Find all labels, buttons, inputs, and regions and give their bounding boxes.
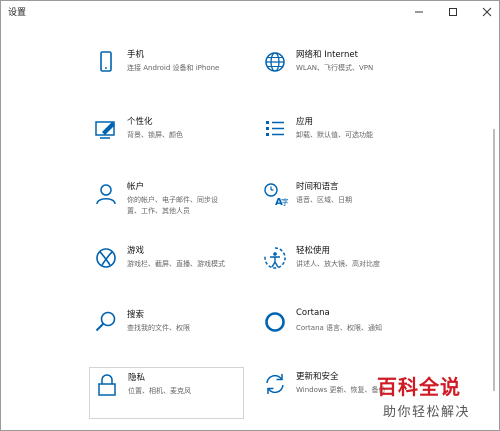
watermark-title: 百科全说 [377, 375, 461, 399]
tile-title: 时间和语言 [296, 182, 339, 192]
tile-description: 游戏栏、截屏、直播、游戏模式 [127, 260, 225, 268]
globe-icon [262, 49, 288, 75]
update-icon [262, 371, 288, 397]
settings-tile-accounts[interactable]: 帐户 你的帐户、电子邮件、同步设 置、工作、其他人员 [89, 177, 244, 229]
tile-title: 搜索 [127, 310, 145, 320]
phone-icon [93, 49, 119, 75]
watermark-subtitle: 助你轻松解决 [383, 405, 471, 420]
maximize-button[interactable] [441, 1, 465, 23]
title-bar[interactable]: 设置 [1, 1, 499, 23]
tile-title: 个性化 [127, 117, 153, 127]
lock-icon [94, 372, 120, 398]
tile-title: 应用 [296, 117, 314, 127]
settings-tile-network[interactable]: 网络和 Internet WLAN、飞行模式、VPN [258, 45, 413, 97]
watermark: 百科全说 助你轻松解决 [375, 371, 491, 426]
settings-tile-search[interactable]: 搜索 查找我的文件、权限 [89, 305, 244, 357]
settings-tile-apps[interactable]: 应用 卸载、默认值、可选功能 [258, 112, 413, 164]
tile-title: 隐私 [128, 373, 146, 383]
tile-description: 连接 Android 设备和 iPhone [127, 64, 220, 72]
ease-of-access-icon [262, 245, 288, 271]
tile-title: 游戏 [127, 246, 145, 256]
close-button[interactable] [475, 1, 499, 23]
tile-title: 帐户 [127, 182, 145, 192]
tile-description: 查找我的文件、权限 [127, 324, 190, 332]
time-language-icon: A字 [262, 181, 288, 207]
settings-window: 设置 手机 连接 Android 设备和 iPhone 网络和 Internet… [0, 0, 500, 431]
personalization-icon [93, 116, 119, 142]
apps-icon [262, 116, 288, 142]
settings-tile-gaming[interactable]: 游戏 游戏栏、截屏、直播、游戏模式 [89, 241, 244, 293]
settings-tile-privacy[interactable]: 隐私 位置、相机、麦克风 [89, 367, 244, 419]
tile-title: Cortana [296, 308, 330, 318]
tile-description: 位置、相机、麦克风 [128, 387, 191, 395]
close-icon [482, 7, 492, 17]
svg-text:字: 字 [281, 197, 288, 207]
maximize-icon [449, 8, 457, 16]
tile-title: 更新和安全 [296, 372, 339, 382]
tile-title: 网络和 Internet [296, 50, 358, 60]
settings-tile-phone[interactable]: 手机 连接 Android 设备和 iPhone [89, 45, 244, 97]
settings-tile-ease-of-access[interactable]: 轻松使用 讲述人、放大镜、高对比度 [258, 241, 413, 293]
xbox-icon [93, 245, 119, 271]
scrollbar[interactable] [493, 129, 495, 391]
cortana-icon [262, 309, 288, 335]
minimize-button[interactable] [407, 1, 431, 23]
tile-description: Cortana 语言、权限、通知 [296, 324, 383, 332]
tile-description: 卸载、默认值、可选功能 [296, 131, 373, 139]
tile-title: 手机 [127, 50, 145, 60]
settings-tile-cortana[interactable]: Cortana Cortana 语言、权限、通知 [258, 305, 413, 357]
tile-title: 轻松使用 [296, 246, 331, 256]
tile-description: 语音、区域、日期 [296, 196, 352, 204]
tile-description: 你的帐户、电子邮件、同步设 置、工作、其他人员 [127, 196, 218, 215]
settings-tile-time-language[interactable]: A字 时间和语言 语音、区域、日期 [258, 177, 413, 229]
tile-description: 背景、锁屏、颜色 [127, 131, 183, 139]
search-icon [93, 309, 119, 335]
tile-description: WLAN、飞行模式、VPN [296, 64, 374, 72]
minimize-icon [415, 11, 423, 13]
window-title: 设置 [8, 8, 27, 18]
tile-description: 讲述人、放大镜、高对比度 [296, 260, 380, 268]
settings-tile-personalization[interactable]: 个性化 背景、锁屏、颜色 [89, 112, 244, 164]
person-icon [93, 181, 119, 207]
